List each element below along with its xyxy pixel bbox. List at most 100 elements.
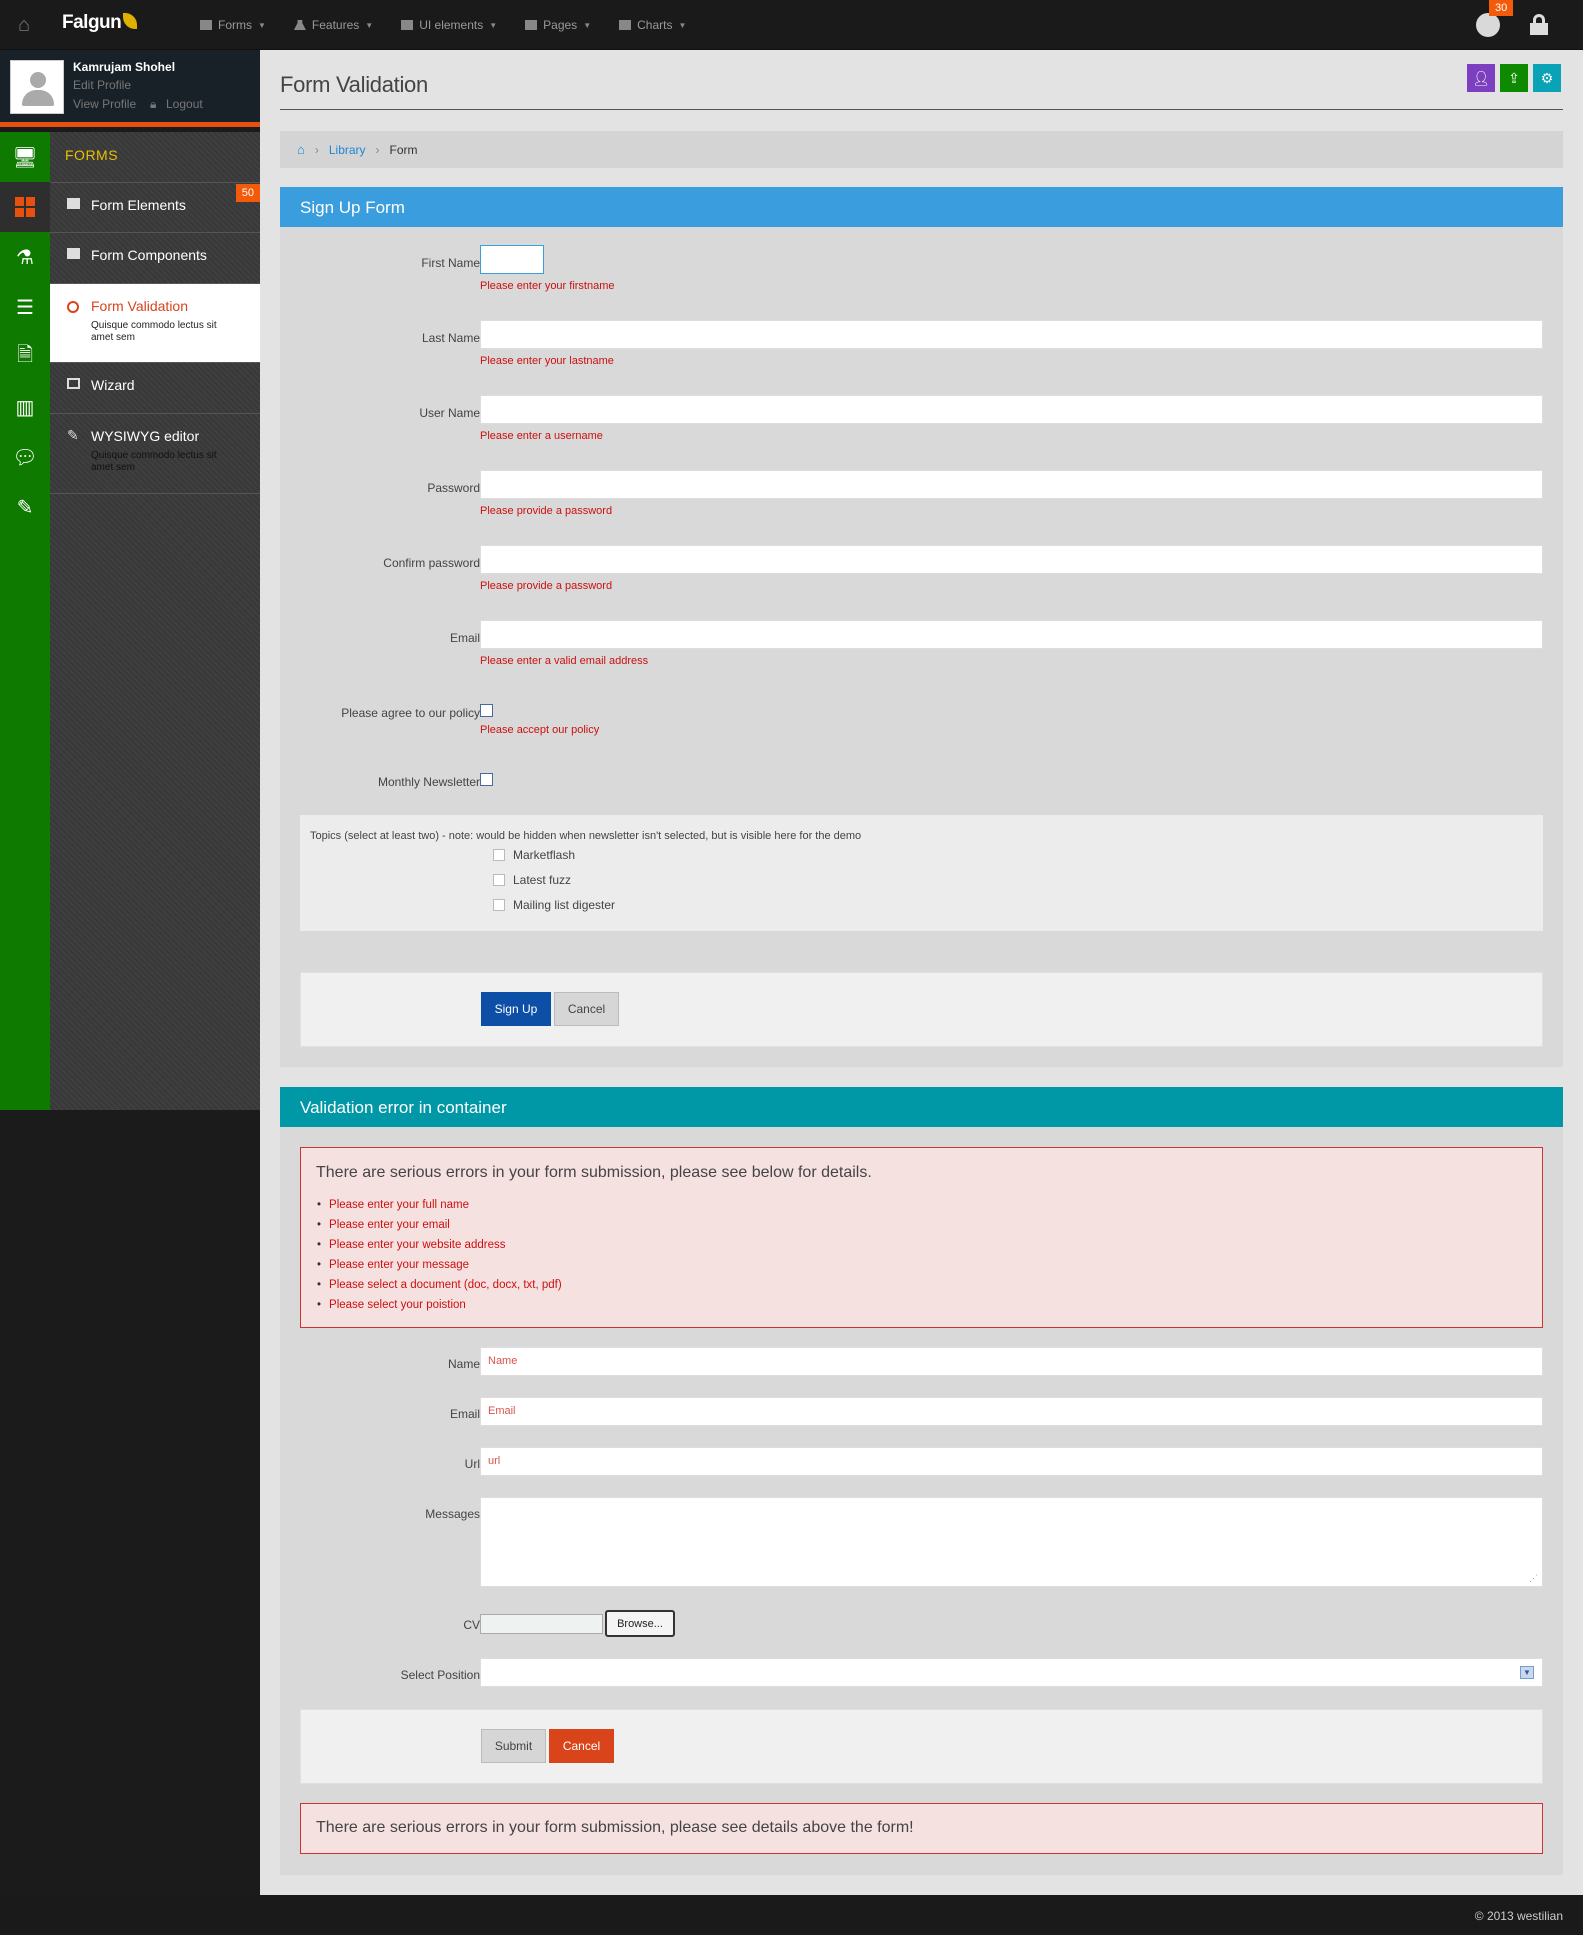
- pencil-icon[interactable]: ✎: [0, 482, 50, 532]
- sidebar-item-label: Form Validation: [91, 298, 189, 314]
- bar-chart-icon: [619, 20, 632, 30]
- bar-chart-icon[interactable]: ▥: [0, 382, 50, 432]
- sidebar-item-desc: Quisque commodo lectus sit amet sem: [91, 320, 217, 343]
- checkbox[interactable]: [493, 899, 505, 911]
- sidebar-item-wysiwyg[interactable]: ✎ WYSIWYG editor Quisque commodo lectus …: [50, 414, 260, 494]
- password-input[interactable]: [480, 470, 1543, 499]
- list-icon[interactable]: ☰: [0, 282, 50, 332]
- menu-label: Pages: [543, 18, 578, 32]
- last-name-input[interactable]: [480, 320, 1543, 349]
- dashboard-grid-icon[interactable]: [0, 182, 50, 232]
- upload-button[interactable]: ⇪: [1500, 64, 1528, 92]
- menu-charts[interactable]: Charts ▼: [605, 0, 700, 50]
- messages-textarea[interactable]: ⋰: [480, 1497, 1543, 1587]
- pencil-icon: ✎: [67, 427, 79, 443]
- chat-icon[interactable]: 💬︎: [0, 432, 50, 482]
- menu-ui-elements[interactable]: UI elements ▼: [387, 0, 511, 50]
- flask-icon[interactable]: ⚗︎: [0, 232, 50, 282]
- field-label: Confirm password: [383, 556, 480, 570]
- sidebar-item-desc: Quisque commodo lectus sit amet sem: [91, 450, 217, 473]
- list-item: Please enter your email: [317, 1215, 562, 1235]
- field-label: CV: [463, 1618, 480, 1632]
- field-label: Email: [449, 1407, 480, 1421]
- avatar[interactable]: [10, 60, 64, 114]
- cancel-button[interactable]: Cancel: [554, 992, 619, 1026]
- menu-label: Features: [311, 18, 360, 32]
- email-input[interactable]: Email: [480, 1397, 1543, 1426]
- view-profile-link[interactable]: View Profile: [73, 97, 136, 111]
- brand-logo[interactable]: Falgun: [62, 12, 138, 34]
- topic-option[interactable]: Mailing list digester: [493, 898, 615, 912]
- cv-file-input[interactable]: [480, 1614, 603, 1634]
- globe-icon[interactable]: 30: [1476, 0, 1514, 37]
- form-actions: Submit Cancel: [300, 1709, 1543, 1784]
- home-icon[interactable]: ⌂: [297, 142, 305, 157]
- checkbox[interactable]: [493, 874, 505, 886]
- user-name: Kamrujam Shohel: [73, 60, 176, 74]
- upload-icon: ⇪: [1508, 69, 1520, 86]
- email-input[interactable]: [480, 620, 1543, 649]
- chevron-down-icon[interactable]: ▼: [1520, 1666, 1534, 1679]
- breadcrumb-form: Form: [389, 142, 418, 157]
- field-label: Select Position: [400, 1668, 480, 1682]
- user-button[interactable]: 👤︎: [1467, 64, 1495, 92]
- check-circle-icon: [67, 301, 79, 313]
- main-content: Form Validation 👤︎ ⇪ ⚙︎ ⌂ › Library › Fo…: [260, 50, 1583, 1895]
- title-divider: [280, 109, 1563, 110]
- field-label: Last Name: [421, 331, 480, 345]
- footer: © 2013 westilian: [0, 1895, 1583, 1935]
- flask-icon: [293, 20, 306, 30]
- topics-box: Topics (select at least two) - note: wou…: [300, 815, 1543, 931]
- checkbox[interactable]: [493, 849, 505, 861]
- home-icon[interactable]: ⌂: [12, 14, 36, 36]
- menu-forms[interactable]: Forms ▼: [186, 0, 280, 50]
- submit-button[interactable]: Submit: [481, 1729, 546, 1763]
- policy-checkbox[interactable]: [480, 704, 493, 717]
- document-icon[interactable]: 🗎︎: [0, 332, 50, 382]
- topic-option[interactable]: Latest fuzz: [493, 873, 571, 887]
- menu-pages[interactable]: Pages ▼: [511, 0, 605, 50]
- policy-label: Please agree to our policy: [341, 706, 480, 720]
- sidebar-item-form-components[interactable]: Form Components: [50, 233, 260, 284]
- lock-small-icon: 🔒︎: [150, 97, 157, 111]
- browse-button[interactable]: Browse...: [605, 1610, 675, 1637]
- settings-button[interactable]: ⚙︎: [1533, 64, 1561, 92]
- field-label: Password: [427, 481, 480, 495]
- menu-label: Forms: [218, 18, 252, 32]
- error-heading: There are serious errors in your form su…: [316, 1164, 872, 1181]
- lock-icon[interactable]: [1530, 14, 1548, 36]
- page-title: Form Validation: [280, 72, 428, 97]
- bottom-error: There are serious errors in your form su…: [300, 1803, 1543, 1854]
- position-select[interactable]: ▼: [480, 1658, 1543, 1687]
- chevron-down-icon: ▼: [678, 20, 687, 30]
- topic-label: Marketflash: [513, 848, 576, 862]
- field-error: Please enter a username: [480, 430, 603, 442]
- topic-label: Mailing list digester: [513, 898, 616, 912]
- breadcrumb-separator: ›: [314, 142, 319, 157]
- user-name-input[interactable]: [480, 395, 1543, 424]
- field-label: Url: [464, 1457, 480, 1471]
- sidebar-item-wizard[interactable]: Wizard: [50, 363, 260, 414]
- sidebar-item-label: Form Components: [91, 247, 207, 263]
- user-profile: Kamrujam Shohel Edit Profile View Profil…: [0, 50, 260, 127]
- sidebar-item-form-validation[interactable]: Form Validation Quisque commodo lectus s…: [50, 284, 260, 363]
- newsletter-checkbox[interactable]: [480, 773, 493, 786]
- monitor-icon[interactable]: 🖥︎: [0, 132, 50, 182]
- name-input[interactable]: Name: [480, 1347, 1543, 1376]
- menu-features[interactable]: Features ▼: [280, 0, 387, 50]
- topic-option[interactable]: Marketflash: [493, 848, 575, 862]
- url-input[interactable]: url: [480, 1447, 1543, 1476]
- cancel-button[interactable]: Cancel: [549, 1729, 614, 1763]
- breadcrumb-library[interactable]: Library: [329, 143, 366, 157]
- first-name-input[interactable]: [480, 245, 544, 274]
- gears-icon: ⚙︎: [1540, 69, 1554, 86]
- logout-link[interactable]: Logout: [166, 97, 203, 111]
- field-error: Please provide a password: [480, 505, 613, 517]
- field-label: User Name: [419, 406, 480, 420]
- edit-profile-link[interactable]: Edit Profile: [73, 78, 131, 92]
- resize-handle-icon[interactable]: ⋰: [1529, 1573, 1538, 1584]
- sidebar-item-form-elements[interactable]: Form Elements: [50, 182, 260, 233]
- confirm-password-input[interactable]: [480, 545, 1543, 574]
- forms-subnav: FORMS 50 Form Elements Form Components F…: [50, 132, 260, 1110]
- sign-up-button[interactable]: Sign Up: [481, 992, 551, 1026]
